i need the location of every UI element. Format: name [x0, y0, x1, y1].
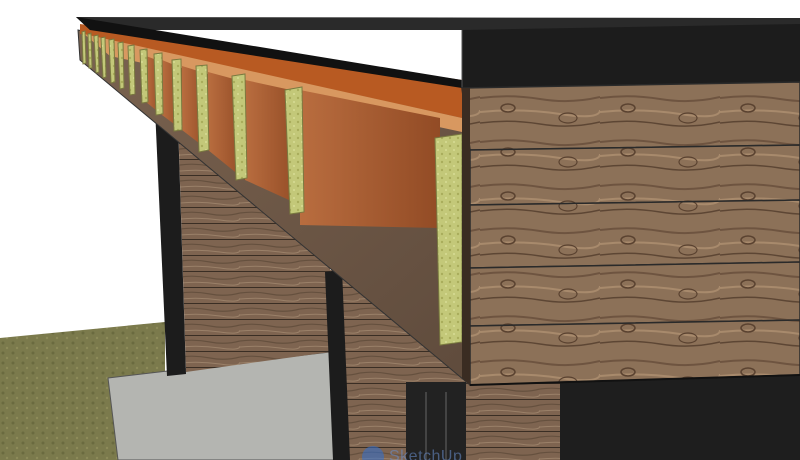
model-viewport[interactable]: SketchUp [0, 0, 800, 460]
insulation-strip [171, 58, 183, 132]
overhang-side-edge [462, 88, 470, 385]
sketchup-logo-icon [362, 446, 384, 460]
scene-drawing [0, 0, 800, 460]
insulation-strip [81, 30, 87, 65]
overhang-fascia-siding [461, 81, 800, 386]
insulation-strip [139, 48, 149, 104]
roof-fascia-front [462, 24, 800, 88]
watermark-text: SketchUp [389, 448, 463, 460]
insulation-strip [434, 133, 463, 346]
insulation-strip [153, 52, 164, 116]
sketchup-watermark: SketchUp [362, 446, 462, 460]
insulation-strip [87, 32, 93, 69]
